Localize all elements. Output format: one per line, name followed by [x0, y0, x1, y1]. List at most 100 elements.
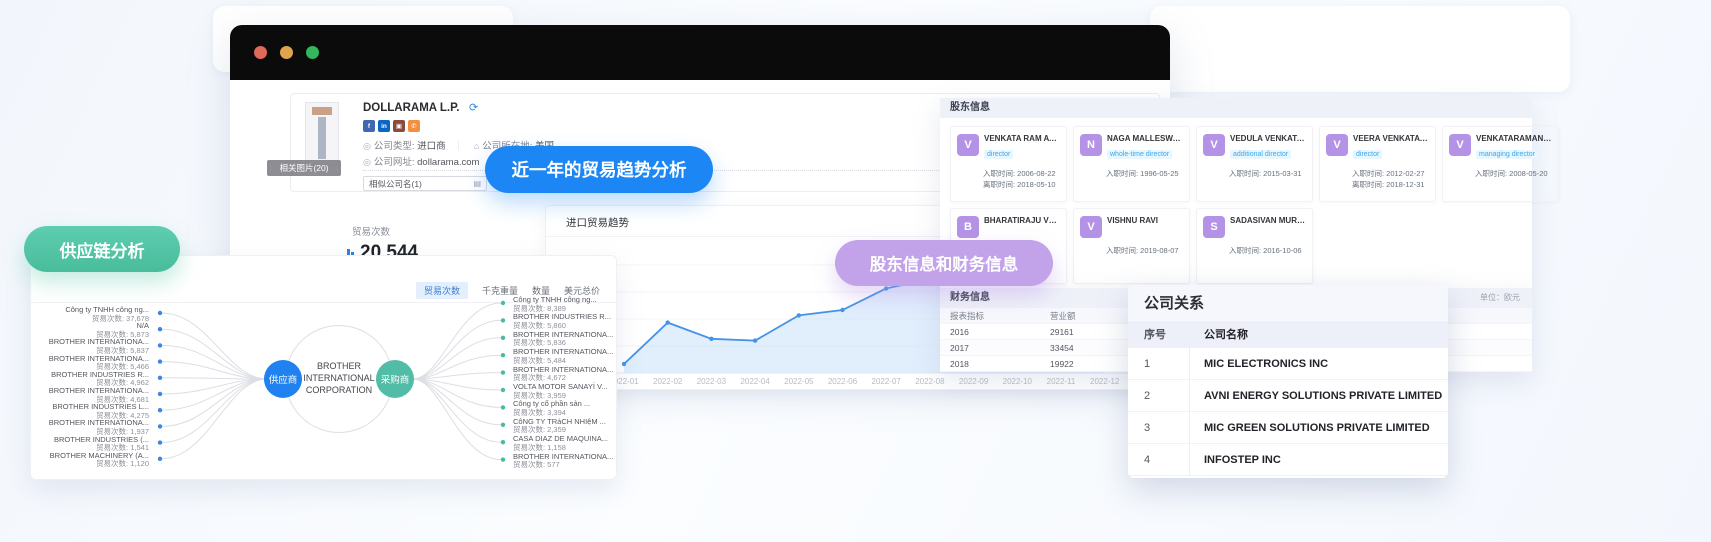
similar-company-input[interactable]: 相似公司名(1) ▤	[363, 176, 487, 191]
background-card	[1150, 6, 1570, 92]
role-badge: additional director	[1230, 150, 1291, 159]
buyer-node[interactable]: BROTHER INDUSTRIES R... 贸易次数: 5,860	[513, 313, 631, 330]
relations-table-header: 序号 公司名称	[1128, 323, 1448, 348]
shareholder-name: VISHNU RAVI	[1107, 216, 1158, 225]
supplier-node[interactable]: BROTHER INTERNATIONA... 贸易次数: 5,837	[31, 338, 149, 355]
financial-year: 2016	[940, 324, 1050, 339]
x-axis-label: 2022-08	[915, 377, 944, 386]
buyer-node[interactable]: CôNG TY TRáCH NHIệM ... 贸易次数: 2,359	[513, 418, 631, 435]
maximize-window-icon[interactable]	[306, 46, 319, 59]
page: 相关图片(20) DOLLARAMA L.P. ⟳ f in ▣ ✆ ◎公司类型…	[0, 0, 1711, 542]
leave-date: 离职时间: 2018-05-10	[983, 179, 1060, 190]
close-window-icon[interactable]	[254, 46, 267, 59]
buyer-node[interactable]: Công ty TNHH công ng... 贸易次数: 8,389	[513, 296, 631, 313]
company-website-value[interactable]: dollarama.com	[417, 157, 479, 168]
currency-unit: 单位：欧元	[1480, 288, 1532, 308]
x-axis-label: 2022-04	[740, 377, 769, 386]
leave-date: 离职时间: 2018-12-31	[1352, 179, 1429, 190]
supplier-node[interactable]: BROTHER INTERNATIONA... 贸易次数: 1,937	[31, 419, 149, 436]
shareholder-name: VENKATA RAM ATLURI	[984, 134, 1060, 143]
related-images-chip[interactable]: 相关图片(20)	[267, 160, 341, 176]
shareholder-card[interactable]: S SADASIVAN MURALIKR... 入职时间: 2016-10-06	[1196, 208, 1313, 284]
supplier-node[interactable]: BROTHER MACHINERY (A... 贸易次数: 1,120	[31, 452, 149, 469]
company-website-line: ◎公司网址: dollarama.com	[363, 154, 479, 168]
buyer-trade-count: 贸易次数: 1,158	[513, 444, 631, 453]
phone-icon[interactable]: ✆	[408, 120, 420, 132]
supplier-trade-count: 贸易次数: 1,120	[31, 460, 149, 469]
calendar-icon[interactable]: ▤	[473, 179, 481, 188]
shareholder-name: VENKATARAMANA MAG...	[1476, 134, 1552, 143]
join-date: 入职时间: 2016-10-06	[1229, 245, 1306, 256]
company-type-icon: ◎	[363, 141, 371, 151]
role-badge: whole-time director	[1107, 150, 1172, 159]
shareholder-card[interactable]: V VENKATA RAM ATLURI director 入职时间: 2006…	[950, 126, 1067, 202]
avatar: V	[957, 134, 979, 156]
buyer-hub-node[interactable]: 采购商	[376, 360, 414, 398]
relations-table-row[interactable]: 1 MIC ELECTRONICS INC	[1128, 348, 1448, 380]
x-axis-label: 2022-07	[872, 377, 901, 386]
x-axis-label: 2022-09	[959, 377, 988, 386]
buyer-trade-count: 贸易次数: 5,484	[513, 357, 631, 366]
join-date: 入职时间: 2012-02-27	[1352, 168, 1429, 179]
financial-year: 2017	[940, 340, 1050, 355]
buyer-node[interactable]: BROTHER INTERNATIONA... 贸易次数: 5,484	[513, 348, 631, 365]
shareholder-card[interactable]: N NAGA MALLESWARA R... whole-time direct…	[1073, 126, 1190, 202]
company-type-value: 进口商	[417, 141, 446, 152]
avatar: V	[1080, 216, 1102, 238]
relation-index: 4	[1128, 444, 1190, 475]
relation-index: 2	[1128, 380, 1190, 411]
avatar: V	[1326, 134, 1348, 156]
minimize-window-icon[interactable]	[280, 46, 293, 59]
buyer-node[interactable]: VOLTA MOTOR SANAYİ V... 贸易次数: 3,959	[513, 383, 631, 400]
facebook-icon[interactable]: f	[363, 120, 375, 132]
company-location-icon: ⌂	[474, 141, 479, 151]
browser-titlebar	[230, 25, 1170, 80]
buyer-node[interactable]: BROTHER INTERNATIONA... 贸易次数: 5,836	[513, 331, 631, 348]
linkedin-icon[interactable]: in	[378, 120, 390, 132]
relations-table-row[interactable]: 2 AVNI ENERGY SOLUTIONS PRIVATE LIMITED	[1128, 380, 1448, 412]
shareholder-card[interactable]: V VENKATARAMANA MAG... managing director…	[1442, 126, 1559, 202]
x-axis-label: 2022-12	[1090, 377, 1119, 386]
shareholder-card[interactable]: V VEERA VENKATA SATYA... director 入职时间: …	[1319, 126, 1436, 202]
avatar: V	[1203, 134, 1225, 156]
financial-year: 2018	[940, 356, 1050, 371]
financial-header-label: 财务信息	[950, 288, 990, 308]
buyer-node[interactable]: CASA DIAZ DE MAQUINA... 贸易次数: 1,158	[513, 435, 631, 452]
supplier-hub-node[interactable]: 供应商	[264, 360, 302, 398]
x-axis-label: 2022-02	[653, 377, 682, 386]
supply-chain-callout: 供应链分析	[24, 226, 180, 272]
buyer-node[interactable]: BROTHER INTERNATIONA... 贸易次数: 577	[513, 453, 631, 470]
supplier-node[interactable]: Công ty TNHH công ng... 贸易次数: 37,678	[31, 306, 149, 323]
role-badge: managing director	[1476, 150, 1538, 159]
center-company-name: BROTHER INTERNATIONAL CORPORATION	[300, 361, 378, 396]
company-type-label: 公司类型:	[374, 141, 415, 152]
relations-table-row[interactable]: 4 INFOSTEP INC	[1128, 444, 1448, 476]
role-badge: director	[1353, 150, 1382, 159]
relation-company-name: INFOSTEP INC	[1190, 444, 1281, 475]
shareholder-name: VEERA VENKATA SATYA...	[1353, 134, 1429, 143]
relations-table-row[interactable]: 3 MIC GREEN SOLUTIONS PRIVATE LIMITED	[1128, 412, 1448, 444]
x-axis-label: 2022-06	[828, 377, 857, 386]
buyer-node[interactable]: Công ty cổ phần sản ... 贸易次数: 3,394	[513, 400, 631, 417]
app-icon[interactable]: ▣	[393, 120, 405, 132]
social-icons: f in ▣ ✆	[363, 120, 420, 132]
shareholder-financial-callout: 股东信息和财务信息	[835, 240, 1053, 286]
shareholder-header: 股东信息	[940, 98, 1532, 118]
join-date: 入职时间: 2015-03-31	[1229, 168, 1306, 179]
refresh-icon[interactable]: ⟳	[469, 101, 478, 114]
join-date: 入职时间: 2008-05-20	[1475, 168, 1552, 179]
supply-chain-card: 贸易次数 千克重量 数量 美元总价 Công ty TNHH công ng..…	[30, 255, 617, 480]
shareholder-card[interactable]: V VISHNU RAVI 入职时间: 2019-08-07	[1073, 208, 1190, 284]
shareholder-card[interactable]: V VEDULA VENKATA RAM... additional direc…	[1196, 126, 1313, 202]
shareholder-name: NAGA MALLESWARA R...	[1107, 134, 1183, 143]
company-relations-card: 公司关系 序号 公司名称 1 MIC ELECTRONICS INC 2 AVN…	[1128, 285, 1448, 478]
x-axis-label: 2022-10	[1003, 377, 1032, 386]
relation-company-name: MIC ELECTRONICS INC	[1190, 348, 1328, 379]
avatar: V	[1449, 134, 1471, 156]
trade-count-label: 贸易次数	[352, 224, 418, 238]
globe-icon: ◎	[363, 157, 371, 167]
meta-separator: ｜	[454, 141, 464, 152]
shareholder-name: BHARATIRAJU VEGIRAJU	[984, 216, 1060, 225]
x-axis-label: 2022-03	[697, 377, 726, 386]
buyer-node[interactable]: BROTHER INTERNATIONA... 贸易次数: 4,672	[513, 366, 631, 383]
